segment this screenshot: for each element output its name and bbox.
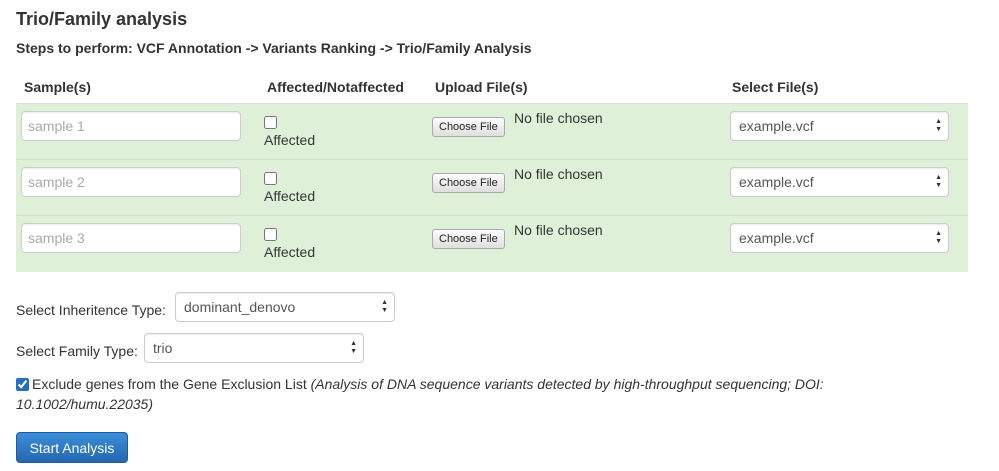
sample-3-affected-label: Affected bbox=[264, 244, 316, 260]
sample-2-affected-label: Affected bbox=[264, 188, 316, 204]
sample-3-file-status: No file chosen bbox=[514, 222, 603, 238]
select-arrows-icon: ▲ ▼ bbox=[935, 118, 942, 133]
header-samples: Sample(s) bbox=[24, 79, 91, 95]
sample-1-file-status: No file chosen bbox=[514, 110, 603, 126]
select-arrows-icon: ▲ ▼ bbox=[935, 174, 942, 189]
sample-2-affected-checkbox[interactable] bbox=[264, 172, 277, 185]
inheritance-type-select[interactable]: dominant_denovo ▲ ▼ bbox=[175, 292, 395, 322]
sample-3-affected-checkbox[interactable] bbox=[264, 228, 277, 241]
sample-2-input[interactable] bbox=[21, 167, 241, 197]
table-header: Sample(s) Affected/Notaffected Upload Fi… bbox=[16, 72, 968, 104]
select-arrows-icon: ▲ ▼ bbox=[350, 340, 357, 355]
samples-table: Sample(s) Affected/Notaffected Upload Fi… bbox=[16, 72, 968, 272]
header-affected: Affected/Notaffected bbox=[267, 79, 404, 95]
family-type-label: Select Family Type: bbox=[16, 343, 138, 359]
table-row: Affected Choose File No file chosen exam… bbox=[16, 216, 968, 272]
sample-3-input[interactable] bbox=[21, 223, 241, 253]
select-arrows-icon: ▲ ▼ bbox=[381, 299, 388, 314]
header-select-files: Select File(s) bbox=[732, 79, 819, 95]
steps-description: Steps to perform: VCF Annotation -> Vari… bbox=[16, 40, 532, 56]
select-arrows-icon: ▲ ▼ bbox=[935, 230, 942, 245]
sample-3-choose-file-button[interactable]: Choose File bbox=[432, 229, 505, 249]
sample-2-file-select-value: example.vcf bbox=[739, 174, 814, 190]
sample-2-choose-file-button[interactable]: Choose File bbox=[432, 173, 505, 193]
sample-1-affected-checkbox[interactable] bbox=[264, 116, 277, 129]
table-row: Affected Choose File No file chosen exam… bbox=[16, 160, 968, 216]
sample-1-affected-label: Affected bbox=[264, 132, 316, 148]
exclude-genes-text: Exclude genes from the Gene Exclusion Li… bbox=[16, 374, 896, 414]
sample-3-file-select[interactable]: example.vcf ▲ ▼ bbox=[730, 223, 949, 253]
sample-2-file-select[interactable]: example.vcf ▲ ▼ bbox=[730, 167, 949, 197]
sample-1-file-select-value: example.vcf bbox=[739, 118, 814, 134]
exclude-genes-label: Exclude genes from the Gene Exclusion Li… bbox=[32, 376, 307, 392]
sample-1-choose-file-button[interactable]: Choose File bbox=[432, 117, 505, 137]
sample-2-file-status: No file chosen bbox=[514, 166, 603, 182]
family-type-select[interactable]: trio ▲ ▼ bbox=[144, 333, 364, 363]
table-row: Affected Choose File No file chosen exam… bbox=[16, 104, 968, 160]
sample-1-input[interactable] bbox=[21, 111, 241, 141]
sample-3-file-select-value: example.vcf bbox=[739, 230, 814, 246]
inheritance-type-value: dominant_denovo bbox=[184, 299, 296, 315]
sample-1-file-select[interactable]: example.vcf ▲ ▼ bbox=[730, 111, 949, 141]
inheritance-type-label: Select Inheritence Type: bbox=[16, 302, 166, 318]
page-title: Trio/Family analysis bbox=[16, 9, 188, 29]
family-type-value: trio bbox=[153, 340, 173, 356]
header-upload: Upload File(s) bbox=[435, 79, 528, 95]
start-analysis-button[interactable]: Start Analysis bbox=[16, 432, 128, 463]
